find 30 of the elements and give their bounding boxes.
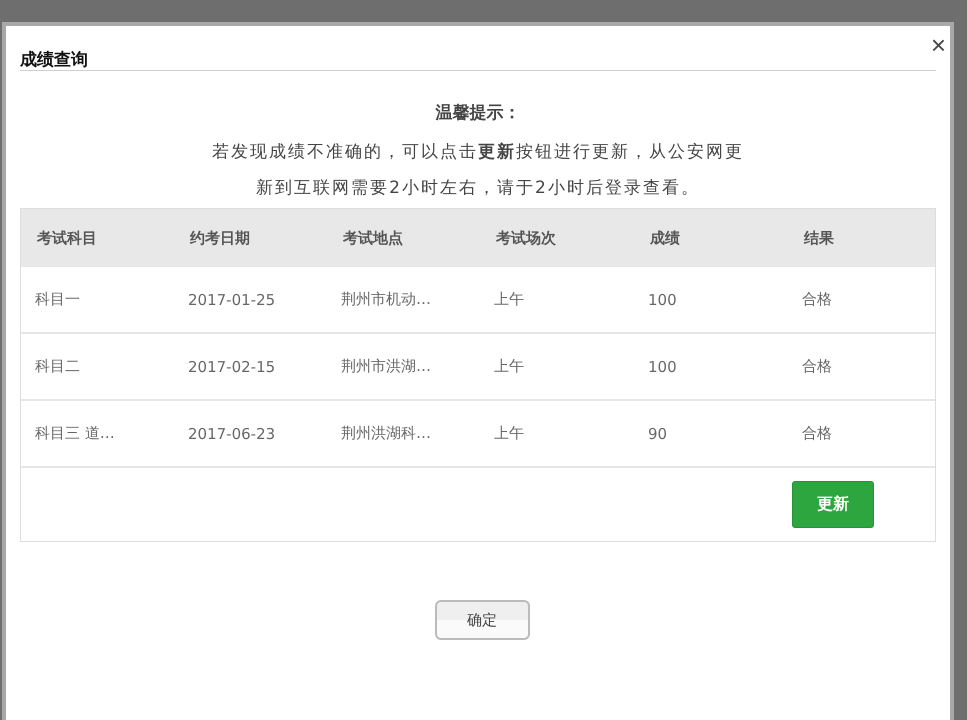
table-cell-text: 科目一 — [34, 290, 81, 309]
dialog-title: 成绩查询 — [20, 49, 88, 71]
table-cell-text: 上午 — [493, 357, 525, 376]
table-cell-text: 2017-06-23 — [187, 424, 276, 442]
table-cell-text: 上午 — [493, 424, 525, 443]
notice-text: 新到互联网需要2小时左右，请于2小时后登录查看。 — [255, 177, 701, 200]
table-cell-text: 合格 — [801, 290, 833, 309]
table-cell-text: 100 — [647, 358, 678, 376]
table-cell-text: 合格 — [801, 357, 833, 376]
table-cell-text: 科目三 道… — [34, 424, 116, 443]
table-cell-text: 荆州市洪湖… — [340, 357, 432, 376]
table-cell-text: 合格 — [801, 424, 833, 443]
notice-heading: 温馨提示： — [434, 102, 522, 124]
table-cell-text: 科目二 — [34, 357, 81, 376]
column-header: 考试科目 — [36, 228, 98, 248]
notice-text: 若发现成绩不准确的，可以点击更新按钮进行更新，从公安网更 — [211, 141, 745, 164]
table-cell-text: 2017-01-25 — [187, 290, 276, 308]
table-cell-text: 100 — [647, 290, 678, 308]
column-header: 成绩 — [648, 228, 681, 248]
confirm-button[interactable]: 确定 — [434, 600, 530, 640]
table-cell-text: 荆州市机动… — [340, 290, 432, 309]
table-cell-text: 上午 — [493, 290, 525, 309]
column-header: 考试地点 — [342, 228, 404, 248]
column-header: 结果 — [802, 228, 835, 248]
column-header: 约考日期 — [188, 228, 251, 248]
close-button[interactable]: × — [930, 32, 946, 58]
table-cell-text: 2017-02-15 — [187, 358, 276, 376]
column-header: 考试场次 — [494, 228, 557, 248]
table-cell-text: 90 — [647, 424, 668, 442]
table-cell-text: 荆州洪湖科… — [340, 424, 432, 443]
